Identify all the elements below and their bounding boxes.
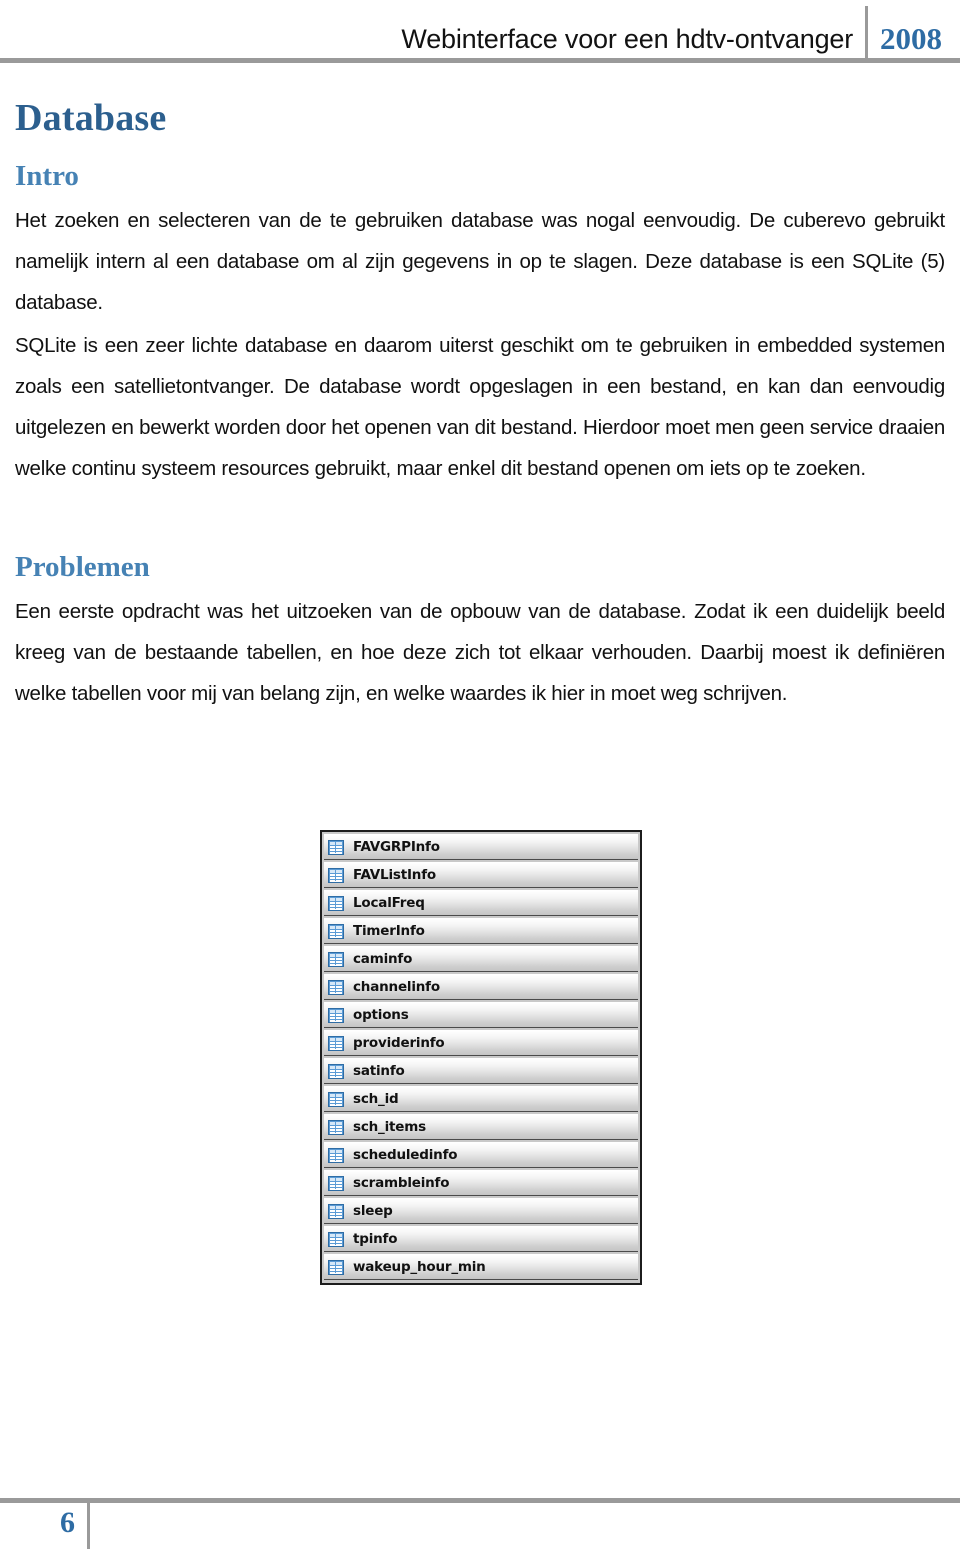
- footer-page-number: 6: [60, 1506, 75, 1539]
- table-icon: [328, 1007, 344, 1023]
- table-icon: [328, 1175, 344, 1191]
- table-list-item[interactable]: scheduledinfo: [324, 1142, 638, 1168]
- table-list-item-label: providerinfo: [353, 1035, 445, 1051]
- footer-page-group: 6: [60, 1503, 90, 1549]
- table-list-item[interactable]: sleep: [324, 1198, 638, 1224]
- table-list-item[interactable]: LocalFreq: [324, 890, 638, 916]
- table-list-item[interactable]: FAVListInfo: [324, 862, 638, 888]
- table-list-item[interactable]: sch_id: [324, 1086, 638, 1112]
- table-list-item-label: tpinfo: [353, 1231, 398, 1247]
- table-icon: [328, 1147, 344, 1163]
- table-icon: [328, 951, 344, 967]
- table-list-item-label: sch_id: [353, 1091, 399, 1107]
- table-list-item-label: sch_items: [353, 1119, 426, 1135]
- table-list-item-label: scheduledinfo: [353, 1147, 458, 1163]
- table-icon: [328, 979, 344, 995]
- table-icon: [328, 1119, 344, 1135]
- footer-horizontal-rule: [0, 1498, 960, 1503]
- table-list-item[interactable]: providerinfo: [324, 1030, 638, 1056]
- table-list-item-label: FAVGRPInfo: [353, 839, 440, 855]
- table-icon: [328, 1259, 344, 1275]
- figure-database-tables: FAVGRPInfo FAVListInfo LocalFreq TimerInfo c…: [320, 830, 642, 1285]
- table-list: FAVGRPInfo FAVListInfo LocalFreq TimerInfo c…: [320, 830, 642, 1285]
- table-list-item[interactable]: sch_items: [324, 1114, 638, 1140]
- table-list-item-label: satinfo: [353, 1063, 405, 1079]
- header-document-title: Webinterface voor een hdtv-ontvanger: [401, 24, 853, 54]
- table-list-item-label: FAVListInfo: [353, 867, 436, 883]
- paragraph-intro-1: Het zoeken en selecteren van de te gebru…: [15, 209, 945, 314]
- table-icon: [328, 1231, 344, 1247]
- table-icon: [328, 1203, 344, 1219]
- table-list-item-label: channelinfo: [353, 979, 440, 995]
- table-icon: [328, 1063, 344, 1079]
- paragraph-problemen-1: Een eerste opdracht was het uitzoeken va…: [15, 600, 945, 705]
- table-icon: [328, 895, 344, 911]
- table-icon: [328, 1035, 344, 1051]
- table-list-item-label: caminfo: [353, 951, 413, 967]
- table-list-item[interactable]: TimerInfo: [324, 918, 638, 944]
- table-icon: [328, 867, 344, 883]
- table-list-item-label: scrambleinfo: [353, 1175, 450, 1191]
- table-icon: [328, 923, 344, 939]
- table-list-item[interactable]: tpinfo: [324, 1226, 638, 1252]
- table-list-item[interactable]: satinfo: [324, 1058, 638, 1084]
- table-list-item[interactable]: wakeup_hour_min: [324, 1254, 638, 1280]
- table-list-item[interactable]: caminfo: [324, 946, 638, 972]
- table-list-item-label: LocalFreq: [353, 895, 425, 911]
- page-header: Webinterface voor een hdtv-ontvanger 200…: [0, 0, 960, 72]
- table-list-item-label: TimerInfo: [353, 923, 425, 939]
- table-list-item[interactable]: options: [324, 1002, 638, 1028]
- table-list-item[interactable]: channelinfo: [324, 974, 638, 1000]
- table-list-item-label: options: [353, 1007, 409, 1023]
- header-horizontal-rule: [0, 58, 960, 63]
- document-content: Database Intro Het zoeken en selecteren …: [15, 78, 945, 714]
- table-list-item-label: wakeup_hour_min: [353, 1259, 486, 1275]
- paragraph-intro-2: SQLite is een zeer lichte database en da…: [15, 334, 945, 480]
- section-heading-problemen: Problemen: [15, 551, 150, 583]
- section-heading-intro: Intro: [15, 160, 79, 192]
- table-icon: [328, 839, 344, 855]
- table-list-item-label: sleep: [353, 1203, 393, 1219]
- table-list-item[interactable]: scrambleinfo: [324, 1170, 638, 1196]
- header-title-group: Webinterface voor een hdtv-ontvanger 200…: [401, 4, 942, 62]
- header-year: 2008: [880, 21, 942, 56]
- page-title: Database: [15, 97, 167, 139]
- page-footer: 6: [0, 1498, 960, 1550]
- table-list-item[interactable]: FAVGRPInfo: [324, 834, 638, 860]
- table-icon: [328, 1091, 344, 1107]
- footer-vertical-divider: [87, 1503, 90, 1549]
